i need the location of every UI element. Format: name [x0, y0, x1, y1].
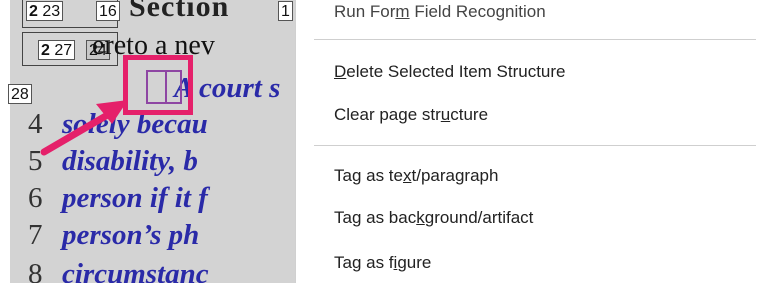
menu-item-delete-selected-item-structure[interactable]: Delete Selected Item Structure	[334, 62, 566, 82]
document-view[interactable]: Section 2 23 16 1 2 27 24 28 ereto a nev…	[0, 0, 295, 283]
menu-separator	[314, 145, 756, 146]
menu-item-tag-as-figure[interactable]: Tag as figure	[334, 253, 431, 273]
pointer-arrow-icon	[40, 100, 128, 156]
menu-item-clear-page-structure[interactable]: Clear page structure	[334, 105, 488, 125]
context-menu: Run Form Field Recognition Delete Select…	[295, 0, 767, 283]
menu-item-tag-as-background-artifact[interactable]: Tag as background/artifact	[334, 208, 533, 228]
menu-item-run-form-field-recognition[interactable]: Run Form Field Recognition	[334, 2, 546, 22]
menu-separator	[314, 39, 756, 40]
menu-item-tag-as-text-paragraph[interactable]: Tag as text/paragraph	[334, 166, 498, 186]
